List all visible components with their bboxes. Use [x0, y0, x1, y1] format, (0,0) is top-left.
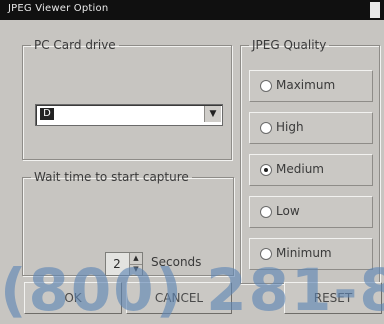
wait-time-group: Wait time to start capture 2 ▲ ▼ Seconds: [22, 170, 234, 276]
reset-button[interactable]: RESET: [284, 282, 382, 314]
window-title: JPEG Viewer Option: [8, 3, 109, 14]
pc-card-drive-select[interactable]: D ▼: [35, 104, 223, 126]
jpeg-quality-group: JPEG Quality Maximum High Medium Low Min…: [240, 38, 380, 284]
quality-option-label: Medium: [276, 162, 324, 176]
quality-option-label: Low: [276, 204, 300, 218]
jpeg-quality-legend: JPEG Quality: [252, 38, 327, 52]
pc-card-group: PC Card drive D ▼: [22, 38, 232, 160]
quality-option-minimum[interactable]: Minimum: [249, 238, 373, 270]
radio-icon[interactable]: [260, 164, 272, 176]
quality-option-medium[interactable]: Medium: [249, 154, 373, 186]
quality-option-label: Maximum: [276, 78, 336, 92]
spinner-buttons[interactable]: ▲ ▼: [129, 253, 142, 275]
spinner-down-icon[interactable]: ▼: [130, 264, 142, 275]
wait-time-legend: Wait time to start capture: [34, 170, 189, 184]
quality-option-maximum[interactable]: Maximum: [249, 70, 373, 102]
title-bar: JPEG Viewer Option: [0, 0, 384, 20]
wait-time-spinner[interactable]: 2 ▲ ▼: [105, 252, 143, 276]
pc-card-drive-value: D: [40, 108, 54, 120]
radio-icon[interactable]: [260, 80, 272, 92]
close-icon[interactable]: [370, 2, 380, 18]
dialog-window: PC Card drive D ▼ Wait time to start cap…: [0, 20, 384, 324]
radio-icon[interactable]: [260, 206, 272, 218]
ok-button[interactable]: OK: [24, 282, 122, 314]
seconds-label: Seconds: [151, 255, 202, 269]
pc-card-legend: PC Card drive: [34, 38, 116, 52]
radio-icon[interactable]: [260, 248, 272, 260]
chevron-down-icon[interactable]: ▼: [204, 106, 221, 122]
cancel-button[interactable]: CANCEL: [126, 282, 232, 314]
wait-time-value[interactable]: 2: [106, 253, 128, 275]
quality-option-label: High: [276, 120, 304, 134]
radio-icon[interactable]: [260, 122, 272, 134]
quality-option-high[interactable]: High: [249, 112, 373, 144]
quality-option-low[interactable]: Low: [249, 196, 373, 228]
quality-option-label: Minimum: [276, 246, 332, 260]
